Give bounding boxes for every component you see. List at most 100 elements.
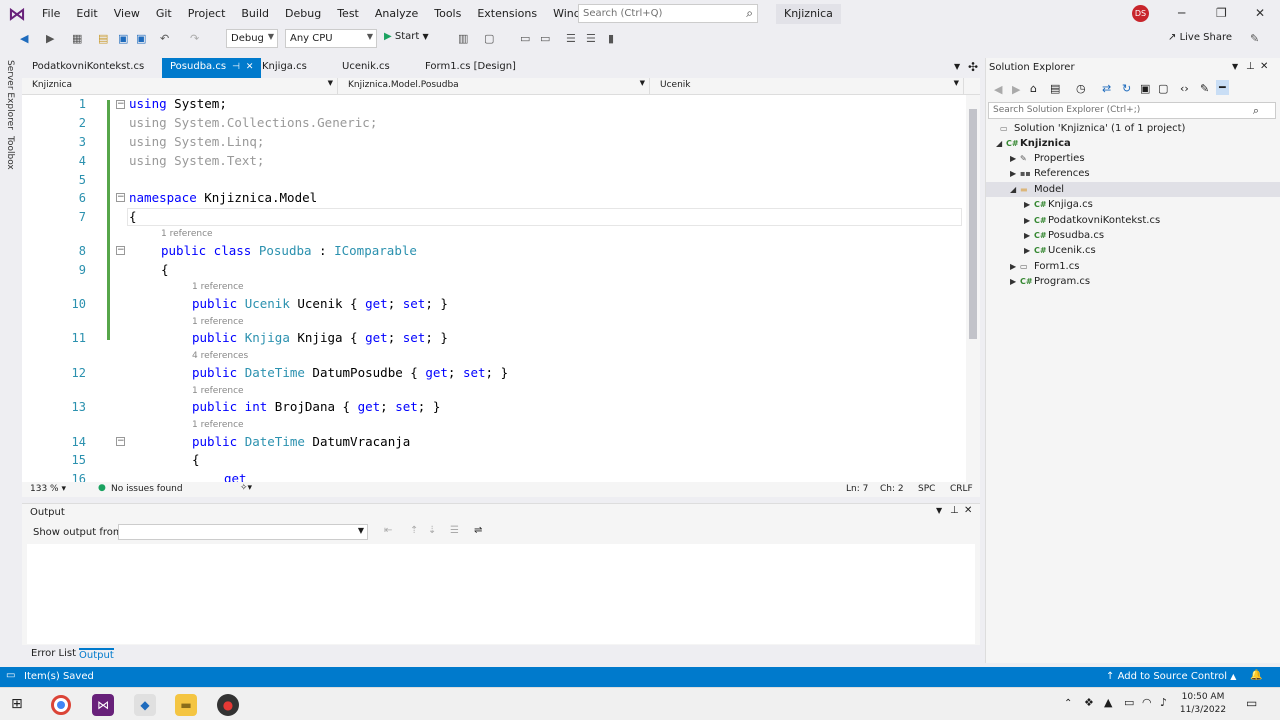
notification-center-icon[interactable]: ▭ (1246, 696, 1257, 710)
battery-icon[interactable]: ▭ (1124, 696, 1134, 709)
bookmark-icon[interactable]: ▮ (608, 32, 614, 45)
toolbox-tab[interactable]: Toolbox (5, 136, 15, 170)
start-button[interactable]: ▶ Start ▼ (384, 31, 429, 42)
clear-all-icon[interactable]: ☰ (450, 525, 459, 536)
new-project-icon[interactable]: ▦ (72, 32, 82, 45)
collapse-all-icon[interactable]: ▣ (1140, 82, 1150, 95)
clock-time[interactable]: 10:50 AM (1178, 692, 1228, 702)
chrome-icon[interactable] (51, 695, 71, 715)
tab-output[interactable]: Output (79, 648, 114, 661)
app-icon[interactable]: ◆ (134, 694, 156, 716)
menu-file[interactable]: File (34, 0, 68, 28)
pending-changes-icon[interactable]: ◷ (1076, 82, 1086, 95)
tree-project[interactable]: ◢ C#Knjiznica (996, 136, 1071, 151)
pin-icon[interactable]: ⊥ (950, 505, 959, 516)
collapsed-icon[interactable]: ▶ (1024, 197, 1034, 212)
pin-icon[interactable]: ⊣ (232, 62, 240, 72)
pin-icon[interactable]: ⊥ (1246, 61, 1255, 72)
tab-posudba[interactable]: Posudba.cs ⊣ ✕ (162, 58, 262, 78)
back-icon[interactable]: ◀ (20, 32, 28, 45)
menu-tools[interactable]: Tools (426, 0, 469, 28)
close-icon[interactable]: ✕ (246, 62, 254, 72)
view-code-icon[interactable]: ‹› (1180, 82, 1189, 95)
recorder-icon[interactable]: ● (217, 694, 239, 716)
visual-studio-logo-icon[interactable]: ⋈ (0, 0, 34, 28)
code-editor[interactable]: − − − − 1 using System; 2 using System.C… (22, 95, 980, 482)
menu-test[interactable]: Test (329, 0, 367, 28)
expanded-icon[interactable]: ◢ (1010, 182, 1020, 197)
tab-podatkovnikontekst[interactable]: PodatkovniKontekst.cs (24, 58, 152, 78)
tab-list-icon[interactable]: ▼ (954, 62, 960, 71)
chevron-down-icon[interactable]: ▼ (1232, 62, 1238, 71)
collapsed-icon[interactable]: ▶ (1010, 259, 1020, 274)
codelens-references[interactable]: 1 reference (192, 386, 244, 396)
menu-extensions[interactable]: Extensions (469, 0, 545, 28)
collapsed-icon[interactable]: ▶ (1024, 228, 1034, 243)
home-icon[interactable]: ⌂ (1030, 82, 1037, 95)
windows-start-icon[interactable]: ⊞ (11, 696, 23, 712)
open-icon[interactable]: ▤ (98, 32, 108, 45)
codelens-references[interactable]: 1 reference (192, 317, 244, 327)
chevron-up-icon[interactable]: ⌃ (1064, 698, 1072, 709)
tree-properties[interactable]: ▶ ✎ Properties (1010, 151, 1085, 166)
feedback-icon[interactable]: ✎ (1250, 32, 1259, 45)
expanded-icon[interactable]: ◢ (996, 136, 1006, 151)
menu-build[interactable]: Build (233, 0, 277, 28)
fold-toggle[interactable]: − (116, 246, 125, 255)
add-to-source-control-button[interactable]: ↑ Add to Source Control ▲ (1106, 671, 1236, 682)
config-select[interactable]: Debug ▼ (226, 29, 278, 48)
menu-analyze[interactable]: Analyze (367, 0, 426, 28)
forward-icon[interactable]: ▶ (46, 32, 54, 45)
type-dropdown[interactable]: Knjiznica.Model.Posudba ▼ (342, 78, 650, 94)
vertical-scrollbar[interactable] (966, 95, 980, 482)
tab-form1-design[interactable]: Form1.cs [Design] (417, 58, 524, 78)
sync-icon[interactable]: ⇄ (1102, 82, 1111, 95)
scrollbar-thumb[interactable] (969, 109, 977, 339)
switch-views-icon[interactable]: ▤ (1050, 82, 1060, 95)
toolbar-icon-a[interactable]: ▥ (458, 32, 468, 45)
refresh-icon[interactable]: ↻ (1122, 82, 1131, 95)
find-message-icon[interactable]: ⇤ (384, 525, 392, 536)
tab-ucenik[interactable]: Ucenik.cs (334, 58, 398, 78)
tab-error-list[interactable]: Error List (31, 648, 76, 659)
issues-status[interactable]: No issues found (111, 484, 183, 494)
settings-icon[interactable]: ✣ (968, 60, 978, 74)
undo-icon[interactable]: ↶ (160, 32, 169, 45)
collapsed-icon[interactable]: ▶ (1010, 166, 1020, 181)
tree-solution[interactable]: ▭ Solution 'Knjiznica' (1 of 1 project) (1000, 121, 1185, 136)
fold-toggle[interactable]: − (116, 193, 125, 202)
notifications-icon[interactable]: 🔔 (1250, 670, 1262, 681)
preview-icon[interactable]: ━ (1216, 80, 1229, 95)
codelens-references[interactable]: 4 references (192, 351, 248, 361)
close-icon[interactable]: ✕ (1260, 61, 1268, 72)
close-icon[interactable]: ✕ (1255, 6, 1265, 20)
clock-date[interactable]: 11/3/2022 (1178, 705, 1228, 715)
tree-posudba-file[interactable]: ▶ C#Posudba.cs (1024, 228, 1104, 243)
fold-toggle[interactable]: − (116, 437, 125, 446)
properties-icon[interactable]: ✎ (1200, 82, 1209, 95)
menu-debug[interactable]: Debug (277, 0, 329, 28)
file-explorer-icon[interactable]: ▬ (175, 694, 197, 716)
prev-message-icon[interactable]: ⇡ (410, 525, 418, 536)
comment-icon[interactable]: ☰ (566, 32, 576, 45)
tree-program-file[interactable]: ▶ C#Program.cs (1010, 274, 1090, 289)
brush-icon[interactable]: ✧▾ (240, 483, 252, 493)
back-icon[interactable]: ◀ (994, 83, 1002, 96)
server-explorer-tab[interactable]: Server Explorer (5, 60, 15, 130)
toolbar-icon-b[interactable]: ▢ (484, 32, 494, 45)
collapsed-icon[interactable]: ▶ (1010, 274, 1020, 289)
menu-edit[interactable]: Edit (68, 0, 105, 28)
minimize-icon[interactable]: ─ (1178, 6, 1185, 20)
tab-knjiga[interactable]: Knjiga.cs (254, 58, 315, 78)
redo-icon[interactable]: ↷ (190, 32, 199, 45)
tree-form1-file[interactable]: ▶ ▭ Form1.cs (1010, 259, 1079, 274)
menu-project[interactable]: Project (180, 0, 234, 28)
menu-view[interactable]: View (106, 0, 148, 28)
menu-git[interactable]: Git (148, 0, 180, 28)
tree-knjiga-file[interactable]: ▶ C#Knjiga.cs (1024, 197, 1093, 212)
collapsed-icon[interactable]: ▶ (1024, 243, 1034, 258)
toolbar-icon-c[interactable]: ▭ (520, 32, 530, 45)
codelens-references[interactable]: 1 reference (161, 229, 213, 239)
live-share-button[interactable]: ↗ Live Share (1168, 32, 1232, 43)
visual-studio-icon[interactable]: ⋈ (92, 694, 114, 716)
